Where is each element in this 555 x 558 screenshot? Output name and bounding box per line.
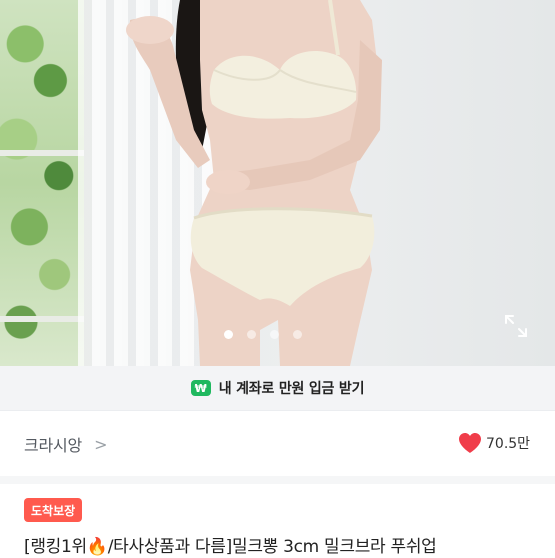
carousel-dot-active[interactable]	[224, 330, 233, 339]
shop-row: 크라시앙 > 70.5만	[0, 410, 555, 476]
heart-icon	[459, 433, 481, 453]
product-photo-model	[126, 0, 382, 366]
like-button[interactable]: 70.5만	[458, 432, 530, 454]
shop-name: 크라시앙	[24, 436, 83, 455]
banner-text: 내 계좌로 만원 입금 받기	[218, 381, 365, 397]
product-image-carousel[interactable]	[0, 0, 555, 366]
expand-fullscreen-icon[interactable]	[503, 313, 529, 339]
chevron-right-icon: >	[94, 434, 108, 454]
delivery-guarantee-badge: 도착보장	[24, 498, 83, 522]
carousel-dot[interactable]	[247, 330, 256, 339]
like-count: 70.5만	[486, 436, 531, 452]
carousel-dot[interactable]	[293, 330, 302, 339]
carousel-pagination[interactable]	[224, 330, 302, 339]
section-divider	[0, 476, 555, 484]
foliage-image	[0, 0, 84, 366]
carousel-dot[interactable]	[270, 330, 279, 339]
account-deposit-banner[interactable]: ₩ 내 계좌로 만원 입금 받기	[0, 366, 555, 411]
shop-link[interactable]: 크라시앙 >	[24, 432, 108, 456]
won-icon: ₩	[190, 380, 211, 396]
